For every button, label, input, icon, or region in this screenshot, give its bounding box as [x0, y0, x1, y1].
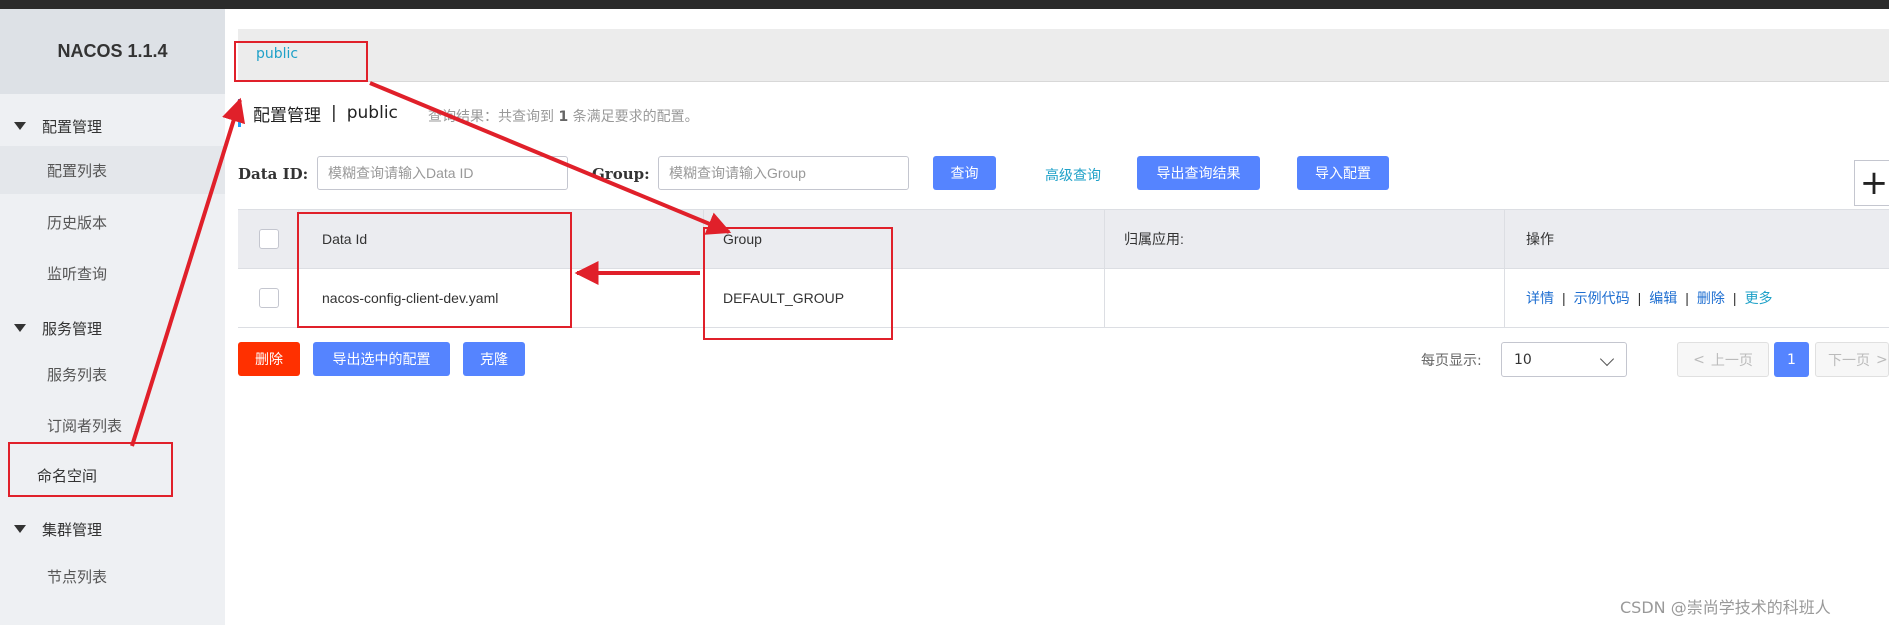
caret-down-icon	[14, 324, 26, 332]
menu-group-cluster[interactable]: 集群管理	[0, 509, 225, 549]
action-edit-link[interactable]: 编辑	[1649, 288, 1677, 308]
menu-group-config[interactable]: 配置管理	[0, 106, 225, 146]
menu-group-label: 服务管理	[42, 319, 103, 338]
checkbox-box	[259, 288, 279, 308]
page-size-value: 10	[1514, 351, 1532, 368]
sidebar-item-node-list[interactable]: 节点列表	[0, 552, 225, 600]
plus-icon: +	[1859, 163, 1889, 203]
checkbox-box	[259, 229, 279, 249]
sidebar-item-service-list[interactable]: 服务列表	[0, 350, 225, 398]
column-header-app: 归属应用:	[1124, 231, 1184, 247]
advanced-query-link[interactable]: 高级查询	[1045, 165, 1101, 185]
nacos-console: NACOS 1.1.4 配置管理 配置列表 历史版本 监听查询 服务管理 服务列…	[0, 0, 1889, 625]
action-delete-link[interactable]: 删除	[1697, 288, 1725, 308]
column-divider	[1504, 209, 1505, 328]
summary-suffix: 条满足要求的配置。	[572, 109, 699, 125]
annotation-box-group	[703, 227, 893, 340]
action-separator: |	[1637, 290, 1642, 306]
namespace-bar: public	[238, 29, 1889, 82]
prev-page-button[interactable]: < 上一页	[1677, 342, 1769, 377]
menu-group-label: 集群管理	[42, 520, 103, 539]
dataid-label: Data ID:	[238, 165, 309, 183]
chevron-down-icon	[1599, 351, 1615, 367]
action-sample-code-link[interactable]: 示例代码	[1574, 288, 1630, 308]
action-separator: |	[1732, 290, 1737, 306]
title-separator: |	[331, 103, 337, 123]
title-namespace: public	[346, 103, 398, 123]
column-divider	[1104, 209, 1105, 328]
current-page-button[interactable]: 1	[1774, 342, 1809, 377]
chevron-left-icon: <	[1693, 351, 1705, 368]
browser-top-strip	[0, 0, 1889, 9]
annotation-box-namespace-tab	[234, 41, 368, 82]
export-results-button[interactable]: 导出查询结果	[1137, 156, 1260, 190]
row-checkbox[interactable]	[259, 269, 279, 327]
page-title: 配置管理 | public	[238, 95, 398, 131]
next-page-label: 下一页	[1828, 352, 1870, 369]
sidebar-item-history[interactable]: 历史版本	[0, 198, 225, 246]
query-summary: 查询结果：共查询到 1 条满足要求的配置。	[428, 106, 699, 126]
page-title-text: 配置管理	[253, 105, 321, 126]
action-detail-link[interactable]: 详情	[1526, 288, 1554, 308]
clone-button[interactable]: 克隆	[463, 342, 525, 376]
summary-prefix: 查询结果：共查询到	[428, 109, 554, 125]
watermark: CSDN @崇尚学技术的科班人	[1620, 598, 1831, 617]
title-accent-bar	[238, 99, 241, 127]
cell-actions: 详情 | 示例代码 | 编辑 | 删除 | 更多	[1526, 269, 1773, 327]
brand-logo: NACOS 1.1.4	[0, 9, 225, 94]
next-page-button[interactable]: 下一页 >	[1815, 342, 1889, 377]
caret-down-icon	[14, 525, 26, 533]
menu-group-label: 配置管理	[42, 117, 103, 136]
caret-down-icon	[14, 122, 26, 130]
prev-page-label: 上一页	[1710, 352, 1753, 369]
import-config-button[interactable]: 导入配置	[1297, 156, 1389, 190]
sidebar-item-listen-query[interactable]: 监听查询	[0, 249, 225, 297]
group-search-input[interactable]: 模糊查询请输入Group	[658, 156, 909, 190]
query-button[interactable]: 查询	[933, 156, 996, 190]
group-label: Group:	[592, 165, 650, 183]
action-separator: |	[1685, 290, 1689, 306]
menu-group-service[interactable]: 服务管理	[0, 308, 225, 348]
delete-selected-button[interactable]: 删除	[238, 342, 300, 376]
action-more-link[interactable]: 更多	[1745, 288, 1773, 308]
annotation-box-namespace-menu	[8, 442, 173, 497]
annotation-box-dataid	[297, 212, 572, 328]
export-selected-button[interactable]: 导出选中的配置	[313, 342, 450, 376]
dataid-search-input[interactable]: 模糊查询请输入Data ID	[317, 156, 568, 190]
select-all-checkbox[interactable]	[259, 210, 279, 268]
sidebar: NACOS 1.1.4 配置管理 配置列表 历史版本 监听查询 服务管理 服务列…	[0, 9, 225, 625]
column-header-actions: 操作	[1526, 231, 1554, 247]
summary-count: 1	[558, 109, 569, 125]
add-config-button[interactable]: +	[1854, 160, 1889, 206]
chevron-right-icon: >	[1876, 351, 1888, 368]
page-size-select[interactable]: 10	[1501, 342, 1627, 377]
sidebar-item-config-list[interactable]: 配置列表	[0, 146, 225, 194]
page-size-label: 每页显示:	[1421, 353, 1482, 369]
action-separator: |	[1562, 290, 1566, 306]
